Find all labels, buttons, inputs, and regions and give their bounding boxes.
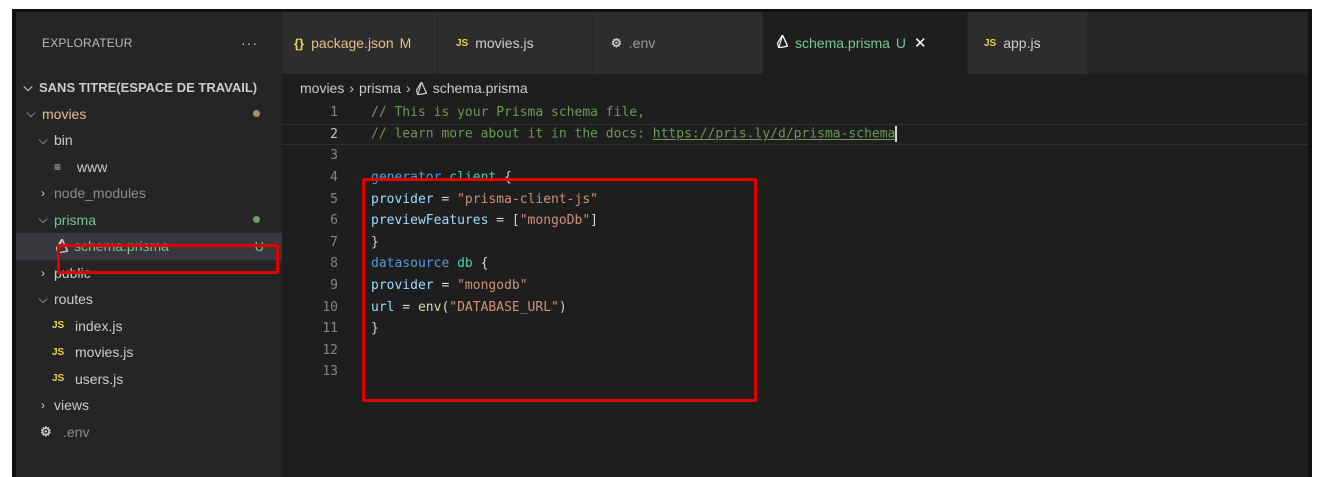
tree-item-views[interactable]: › views xyxy=(16,392,282,419)
vscode-window: EXPLORATEUR ··· ⌵ SANS TITRE(ESPACE DE T… xyxy=(12,9,1312,477)
tab-schema-prisma[interactable]: schema.prisma U ✕ xyxy=(763,12,968,74)
line-number: 6 xyxy=(330,213,338,229)
line-number: 13 xyxy=(322,364,338,380)
line-number: 4 xyxy=(330,170,338,186)
tree-item-routes[interactable]: ⌵ routes xyxy=(16,286,282,313)
tab-movies-js[interactable]: JS movies.js xyxy=(438,12,593,74)
chevron-right-icon: › xyxy=(349,80,355,96)
breadcrumb-item[interactable]: schema.prisma xyxy=(433,80,528,96)
modified-badge: M xyxy=(399,35,412,51)
highlight-box-code xyxy=(362,178,757,402)
js-file-icon: JS xyxy=(456,37,469,49)
tree-item-movies-js[interactable]: JS movies.js xyxy=(16,339,282,366)
tree-item-movies[interactable]: ⌵ movies xyxy=(16,101,282,128)
code-line: 3 xyxy=(282,145,1308,167)
close-icon[interactable]: ✕ xyxy=(914,34,927,52)
tree-item-prisma[interactable]: ⌵ prisma xyxy=(16,207,282,234)
prisma-icon xyxy=(776,33,789,51)
tab-label: schema.prisma xyxy=(795,35,890,51)
tab-label: .env xyxy=(628,35,656,51)
tree-item-node-modules[interactable]: › node_modules xyxy=(16,180,282,207)
line-number: 1 xyxy=(330,105,338,121)
tree-item-env[interactable]: ⚙ .env xyxy=(16,419,282,446)
line-number: 12 xyxy=(322,342,338,358)
tree-item-label: prisma xyxy=(54,211,97,228)
chevron-right-icon: › xyxy=(41,186,45,201)
docs-link[interactable]: https://pris.ly/d/prisma-schema xyxy=(653,127,896,142)
tree-item-label: movies.js xyxy=(75,344,134,361)
line-number: 3 xyxy=(330,148,338,164)
tree-item-label: routes xyxy=(54,291,93,308)
breadcrumb-item[interactable]: prisma xyxy=(359,80,401,96)
tree-item-www[interactable]: ≡ www xyxy=(16,154,282,181)
tab-label: movies.js xyxy=(475,35,534,51)
json-file-icon: {} xyxy=(294,35,305,51)
editor-tabs: {} package.json M JS movies.js ⚙ .env sc… xyxy=(282,12,1308,74)
chevron-down-icon: ⌵ xyxy=(23,79,33,94)
line-number: 9 xyxy=(330,278,338,294)
code-editor[interactable]: 1 // This is your Prisma schema file, 2 … xyxy=(282,102,1308,477)
js-file-icon: JS xyxy=(52,373,65,385)
line-number: 11 xyxy=(322,321,338,337)
gear-icon: ⚙ xyxy=(611,36,622,50)
code-line-current: 2 // learn more about it in the docs: ht… xyxy=(282,123,1308,146)
chevron-down-icon: ⌵ xyxy=(38,132,48,147)
tree-item-label: .env xyxy=(63,423,90,440)
tree-item-label: views xyxy=(54,397,90,414)
tree-item-label: movies xyxy=(42,105,87,122)
breadcrumb-item[interactable]: movies xyxy=(300,80,344,96)
breadcrumb: movies › prisma › schema.prisma xyxy=(282,74,1308,102)
chevron-right-icon: › xyxy=(406,80,411,96)
tab-app-js[interactable]: JS app.js xyxy=(968,12,1088,74)
js-file-icon: JS xyxy=(984,37,997,49)
line-number: 8 xyxy=(330,256,338,272)
line-number: 7 xyxy=(330,234,338,250)
chevron-down-icon: ⌵ xyxy=(26,106,36,121)
explorer-title: EXPLORATEUR xyxy=(42,36,133,50)
tree-item-index-js[interactable]: JS index.js xyxy=(16,313,282,340)
text-cursor xyxy=(895,126,898,143)
chevron-right-icon: › xyxy=(41,398,45,413)
line-number: 10 xyxy=(322,299,338,315)
tree-item-bin[interactable]: ⌵ bin xyxy=(16,127,282,154)
prisma-icon xyxy=(415,81,427,95)
tab-package-json[interactable]: {} package.json M xyxy=(282,12,438,74)
explorer-sidebar: EXPLORATEUR ··· ⌵ SANS TITRE(ESPACE DE T… xyxy=(16,12,282,477)
line-number: 5 xyxy=(330,191,338,207)
code-line: 1 // This is your Prisma schema file, xyxy=(282,102,1308,124)
code-comment: // This is your Prisma schema file, xyxy=(371,105,645,121)
untracked-badge: U xyxy=(895,35,907,51)
chevron-right-icon: › xyxy=(41,265,45,280)
explorer-header: EXPLORATEUR ··· xyxy=(16,12,282,74)
chevron-down-icon: ⌵ xyxy=(38,291,48,306)
gear-icon: ⚙ xyxy=(40,423,52,439)
tab-label: app.js xyxy=(1003,35,1041,51)
workspace-folder[interactable]: ⌵ SANS TITRE(ESPACE DE TRAVAIL) xyxy=(16,74,282,101)
tree-item-label: users.js xyxy=(75,370,124,387)
tree-item-label: index.js xyxy=(75,317,123,334)
tab-env[interactable]: ⚙ .env xyxy=(593,12,763,74)
workspace-label: SANS TITRE(ESPACE DE TRAVAIL) xyxy=(39,79,258,95)
tree-item-label: node_modules xyxy=(54,185,146,202)
modified-dot-icon xyxy=(253,110,260,118)
highlight-box-sidebar xyxy=(57,244,279,274)
tree-item-label: bin xyxy=(54,132,73,149)
js-file-icon: JS xyxy=(52,346,65,358)
code-comment: // learn more about it in the docs: xyxy=(371,126,653,142)
more-actions-icon[interactable]: ··· xyxy=(241,35,258,51)
tree-item-label: www xyxy=(77,158,108,175)
js-file-icon: JS xyxy=(52,320,65,332)
chevron-down-icon: ⌵ xyxy=(38,212,48,227)
tree-item-users-js[interactable]: JS users.js xyxy=(16,366,282,393)
tab-label: package.json xyxy=(311,35,394,51)
text-file-icon: ≡ xyxy=(54,159,62,174)
line-number: 2 xyxy=(330,126,338,142)
untracked-dot-icon xyxy=(253,216,260,224)
